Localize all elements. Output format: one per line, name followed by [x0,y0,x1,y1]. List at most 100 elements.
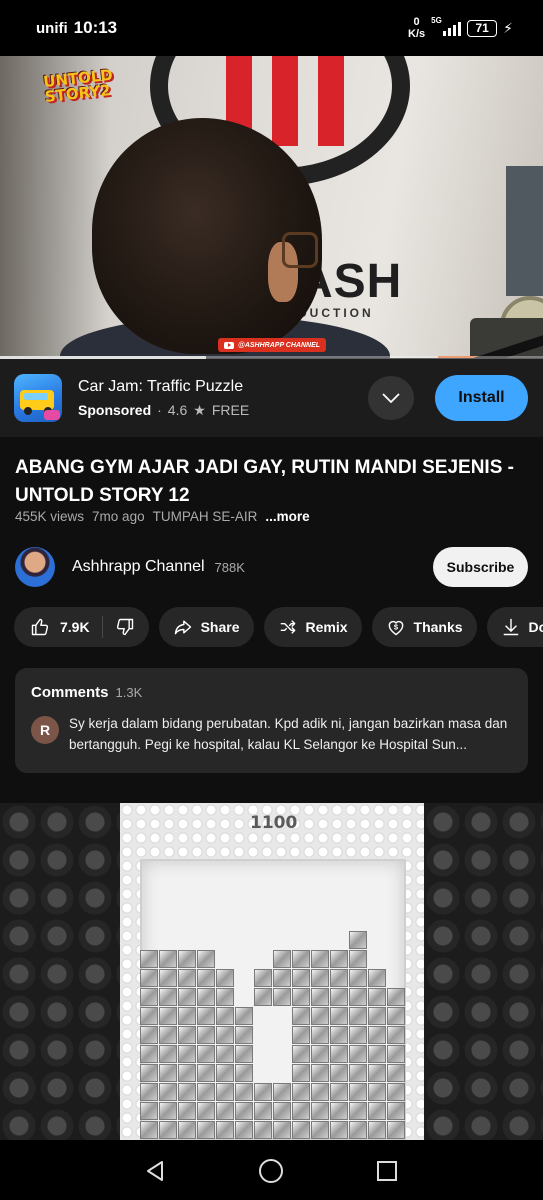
silver-block [178,950,196,968]
silver-block [349,969,367,987]
ad-app-name[interactable]: Car Jam: Traffic Puzzle [78,378,249,396]
silver-block [330,1102,348,1120]
svg-text:$: $ [393,623,398,632]
silver-block [140,1026,158,1044]
thumbs-up-icon [31,618,49,636]
silver-block [292,950,310,968]
sponsored-label: Sponsored [78,402,152,418]
chevron-down-icon [382,393,400,403]
silver-block [178,969,196,987]
silver-block [178,1007,196,1025]
network-speed: 0 K/s [408,16,426,40]
block-stack [138,931,406,1140]
silver-block [254,1102,272,1120]
home-circle-icon [259,1159,283,1183]
silver-block [235,1026,253,1044]
silver-block [197,1121,215,1139]
clock: 10:13 [73,18,118,37]
app-icon[interactable] [14,374,62,422]
game-ad-video[interactable]: 1100 [0,803,543,1140]
youtube-icon [224,341,234,349]
silver-block [292,1064,310,1082]
share-button[interactable]: Share [158,607,254,647]
silver-block [349,950,367,968]
thanks-heart-dollar-icon: $ [388,620,403,636]
silver-block [368,1102,386,1120]
install-button[interactable]: Install [435,375,528,421]
back-triangle-icon [147,1161,163,1181]
silver-block [197,1064,215,1082]
silver-block [330,950,348,968]
subscriber-count: 788K [214,559,245,575]
recents-button[interactable] [372,1156,402,1186]
channel-avatar[interactable] [15,547,55,587]
signal-icon: 5G [431,16,462,36]
like-button[interactable]: 7.9K [30,617,90,637]
silver-block [330,969,348,987]
download-button[interactable]: Download [486,607,543,647]
video-title[interactable]: ABANG GYM AJAR JADI GAY, RUTIN MANDI SEJ… [15,454,515,510]
silver-block [235,1007,253,1025]
carrier-label: unifi [36,20,68,37]
silver-block [311,1102,329,1120]
silver-block [197,1083,215,1101]
silver-block [387,1102,405,1120]
silver-block [197,1026,215,1044]
silver-block [311,969,329,987]
battery-level: 71 [475,21,489,35]
silver-block [387,1083,405,1101]
top-comment-text: Sy kerja dalam bidang perubatan. Kpd adi… [69,716,508,752]
silver-block [292,1083,310,1101]
ad-expand-button[interactable] [368,376,414,420]
silver-block [311,988,329,1006]
back-button[interactable] [140,1156,170,1186]
network-type: 5G [431,16,442,25]
thanks-button[interactable]: $ Thanks [371,607,477,647]
video-meta[interactable]: 455K views 7mo ago TUMPAH SE-AIR ...more [15,509,310,524]
more-link[interactable]: ...more [265,509,309,524]
silver-block [140,1121,158,1139]
channel-row[interactable]: Ashhrapp Channel 788K Subscribe [15,546,528,588]
video-player[interactable]: ASH DUCTION UNTOLD STORY2 @ASHHRAPP CHAN… [0,56,543,358]
commenter-avatar: R [31,716,59,744]
silver-block [368,1121,386,1139]
silver-block [292,969,310,987]
channel-name[interactable]: Ashhrapp Channel [72,558,205,576]
silver-block [349,1007,367,1025]
silver-block [140,1007,158,1025]
silver-block [273,969,291,987]
download-icon [503,618,518,636]
silver-block [140,1064,158,1082]
silver-block [197,1102,215,1120]
subscribe-button[interactable]: Subscribe [433,547,528,587]
silver-block [311,1045,329,1063]
silver-block [178,988,196,1006]
show-logo: UNTOLD STORY2 [42,65,114,106]
silver-block [368,1007,386,1025]
silver-block [311,1007,329,1025]
silver-block [216,1064,234,1082]
remix-button[interactable]: Remix [263,607,362,647]
sponsored-ad[interactable]: Car Jam: Traffic Puzzle Sponsored · 4.6 … [0,359,543,437]
comments-card[interactable]: Comments 1.3K R Sy kerja dalam bidang pe… [15,668,528,773]
silver-block [330,1083,348,1101]
silver-block [197,969,215,987]
silver-block [330,1064,348,1082]
silver-block [216,988,234,1006]
silver-block [387,1007,405,1025]
home-button[interactable] [256,1156,286,1186]
silver-block [216,1045,234,1063]
silver-block [178,1026,196,1044]
silver-block [368,1026,386,1044]
dislike-button[interactable] [115,617,135,637]
silver-block [254,1121,272,1139]
studded-wall-left [0,803,120,1140]
silver-block [197,1045,215,1063]
silver-block [368,988,386,1006]
silver-block [273,950,291,968]
silver-block [140,950,158,968]
silver-block [368,1083,386,1101]
silver-block [159,1007,177,1025]
silver-block [292,1045,310,1063]
ad-price: FREE [211,402,250,418]
